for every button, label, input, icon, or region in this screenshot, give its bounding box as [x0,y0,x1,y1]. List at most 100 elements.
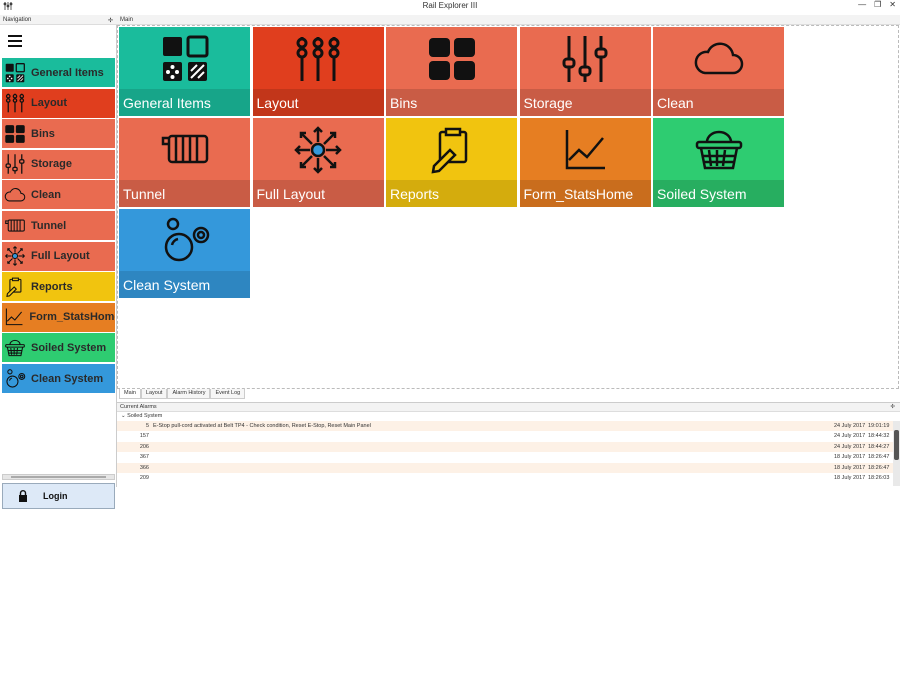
alarm-group-row[interactable]: ⌄ Soiled System [117,412,900,421]
nav-item-label: Storage [31,158,72,171]
storage-icon [520,27,651,91]
nav-item-label: Soiled System [31,341,107,354]
login-button[interactable]: Login [2,483,115,509]
tab-event-log[interactable]: Event Log [210,389,246,399]
nav-item-reports[interactable]: Reports [2,272,115,302]
nav-item-clean-system[interactable]: Clean System [2,364,115,393]
reports-icon [2,272,28,301]
alarm-id: 366 [139,464,149,471]
alarms-title: Current Alarms [120,404,157,410]
alarm-row[interactable]: 5 E-Stop pull-cord activated at Belt TP4 … [117,421,900,432]
reports-icon [386,118,517,182]
tile-label: Full Layout [252,180,384,207]
basket-icon [2,333,28,362]
window-title: Rail Explorer III [422,1,478,10]
cloud-icon [653,27,784,91]
tile-full-layout[interactable]: Full Layout [252,118,384,207]
alarm-row[interactable]: 367 18 July 2017 18:26:47 [117,452,900,462]
pin-icon[interactable]: ✢ [890,404,895,410]
alarm-row[interactable]: 206 24 July 2017 18:44:27 [117,441,900,453]
nav-item-label: Bins [31,127,55,140]
alarm-time: 18:26:47 [868,464,890,471]
tile-clean-system[interactable]: Clean System [119,209,250,298]
tile-label: Reports [386,180,517,207]
nav-item-tunnel[interactable]: Tunnel [2,211,115,240]
lock-icon [3,490,43,502]
alarm-id: 157 [139,433,149,440]
navigation-panel: General Items Layout Bins Storage Clean Tunne… [0,25,117,509]
nav-item-form-statshome[interactable]: Form_StatsHome [2,302,115,332]
tile-label: Clean System [119,271,250,298]
login-label: Login [43,491,68,501]
nav-item-full-layout[interactable]: Full Layout [2,241,115,271]
bottom-tabs: Main Layout Alarm History Event Log [119,389,246,399]
tile-layout[interactable]: Layout [252,27,384,116]
alarm-date: 18 July 2017 [834,454,866,461]
nav-item-general-items[interactable]: General Items [2,58,115,87]
minimize-icon[interactable]: — [858,0,866,9]
tile-storage[interactable]: Storage [519,27,651,116]
alarm-time: 19:01:19 [868,423,890,429]
navigation-title: Navigation [3,17,32,23]
alarm-id: 5 [145,423,149,429]
tile-soiled-system[interactable]: Soiled System [653,118,784,207]
alarm-row[interactable]: 366 18 July 2017 18:26:47 [117,462,900,473]
tab-alarm-history[interactable]: Alarm History [167,389,211,399]
tile-general-items[interactable]: General Items [119,27,250,116]
alarm-time: 18:44:32 [868,433,890,440]
alarm-id: 206 [139,443,149,450]
tile-form-statshome[interactable]: Form_StatsHome [519,118,651,207]
pin-icon[interactable]: ✢ [108,17,113,24]
hamburger-menu-icon[interactable] [8,35,22,49]
cloud-icon [2,180,28,209]
full-layout-icon [2,242,28,271]
alarm-row[interactable]: 157 24 July 2017 18:44:32 [117,431,900,441]
storage-icon [2,150,28,179]
tile-clean[interactable]: Clean [653,27,784,116]
alarm-date: 24 July 2017 [834,443,866,450]
nav-item-label: Full Layout [31,250,90,263]
collapse-icon[interactable]: ⌄ [121,413,126,419]
tile-label: Bins [386,89,517,116]
full-layout-icon [253,118,384,182]
nav-item-storage[interactable]: Storage [2,149,115,179]
alarms-header: Current Alarms ✢ [117,403,900,412]
stats-chart-icon [2,303,26,332]
tile-reports[interactable]: Reports [386,118,517,207]
tile-tunnel[interactable]: Tunnel [119,118,250,207]
bins-icon [2,119,28,148]
general-items-icon [2,58,28,87]
tile-label: Form_StatsHome [519,180,651,207]
nav-item-label: Layout [31,97,68,110]
bubbles-icon [2,364,28,393]
nav-item-label: Clean System [31,372,104,385]
nav-item-layout[interactable]: Layout [2,88,115,118]
current-alarms-panel: Current Alarms ✢ ⌄ Soiled System 5 E-Stop… [117,402,900,487]
main-header: Main [117,15,900,25]
tab-layout[interactable]: Layout [140,389,168,399]
tile-label: Clean [653,89,784,116]
stats-chart-icon [520,118,651,182]
alarm-date: 18 July 2017 [834,474,866,481]
close-icon[interactable]: ✕ [889,0,896,9]
general-items-icon [119,27,250,91]
nav-item-soiled-system[interactable]: Soiled System [2,333,115,363]
alarm-id: 367 [139,454,149,461]
layout-icon [253,27,384,91]
alarm-message: E-Stop pull-cord activated at Belt TP4 -… [153,423,371,429]
tile-label: Soiled System [653,180,784,207]
alarm-date: 24 July 2017 [834,433,866,440]
tunnel-icon [2,211,28,240]
nav-item-label: Reports [31,280,73,293]
restore-icon[interactable]: ❐ [874,0,881,9]
nav-scrollbar[interactable] [2,474,115,480]
nav-item-label: General Items [31,66,104,79]
tile-bins[interactable]: Bins [386,27,517,116]
navigation-header: Navigation ✢ [0,15,117,25]
alarms-scrollbar[interactable] [893,421,900,486]
tab-main[interactable]: Main [119,389,141,399]
nav-item-bins[interactable]: Bins [2,119,115,149]
alarm-row[interactable]: 209 18 July 2017 18:26:03 [117,473,900,483]
alarm-time: 18:44:27 [868,443,890,450]
nav-item-clean[interactable]: Clean [2,180,115,210]
